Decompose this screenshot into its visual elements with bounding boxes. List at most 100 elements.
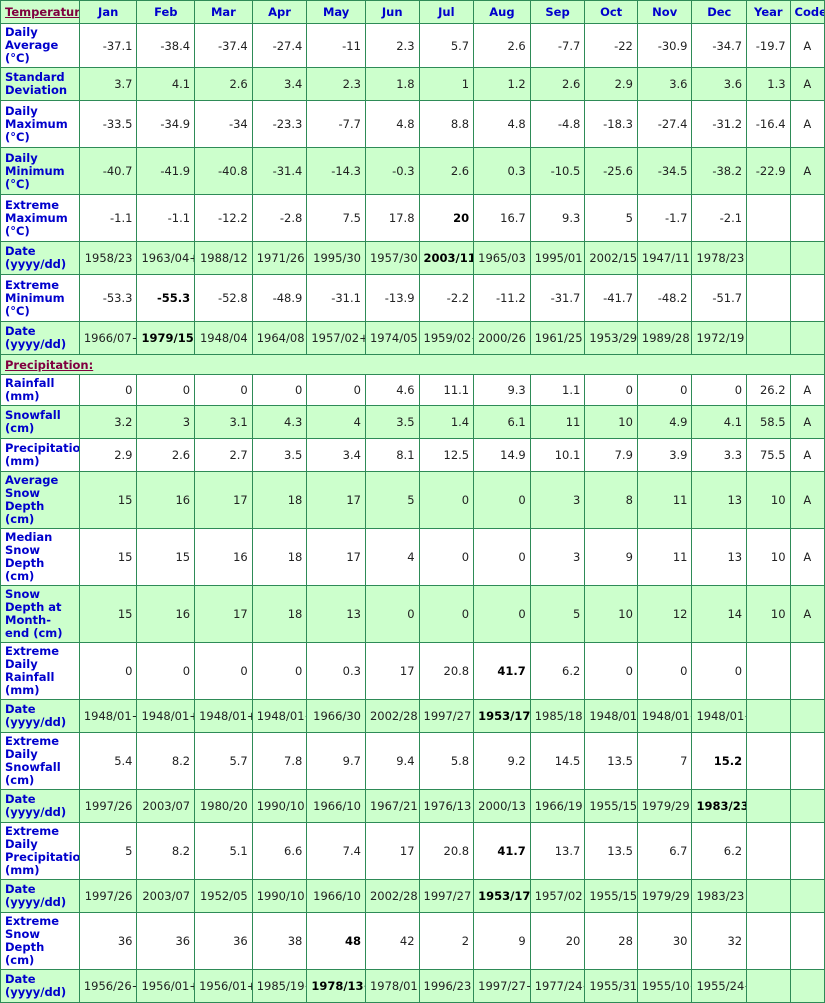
data-cell: 1966/10 xyxy=(306,789,366,823)
data-cell: 2.3 xyxy=(364,23,420,68)
data-cell: -2.2 xyxy=(418,274,475,322)
data-cell: 1948/01+ xyxy=(78,699,138,733)
data-cell: 0 xyxy=(473,528,531,586)
data-cell: 1948/01+ xyxy=(136,699,196,733)
row-label: Standard Deviation xyxy=(0,67,80,101)
data-cell: 5 xyxy=(78,822,138,880)
data-cell: -22.9 xyxy=(746,147,791,195)
data-cell: 13 xyxy=(691,528,748,586)
column-header-year: Year xyxy=(746,0,791,24)
data-cell: 4.8 xyxy=(473,100,531,148)
data-cell: 1989/28 xyxy=(636,321,693,355)
data-cell: 14.5 xyxy=(529,732,586,790)
data-cell: 10 xyxy=(584,405,638,439)
data-cell: 2003/07 xyxy=(136,879,196,913)
row-label: Extreme Maximum (°C) xyxy=(0,194,80,242)
data-code-cell xyxy=(789,912,825,970)
data-cell: 1.8 xyxy=(364,67,420,101)
data-cell xyxy=(746,321,791,355)
data-cell: 41.7 xyxy=(473,642,531,700)
row-label: Date (yyyy/dd) xyxy=(0,321,80,355)
data-cell: -41.7 xyxy=(584,274,638,322)
data-cell: 12.5 xyxy=(418,438,475,472)
data-cell: 1947/11 xyxy=(636,241,693,275)
data-cell: 6.1 xyxy=(473,405,531,439)
data-cell: 75.5 xyxy=(746,438,791,472)
data-cell: 17 xyxy=(364,642,420,700)
data-cell: -51.7 xyxy=(691,274,748,322)
table-row: Extreme Minimum (°C) -53.3 -55.3 -52.8 -48.9… xyxy=(0,274,825,322)
row-label: Extreme Daily Precipitation (mm) xyxy=(0,822,80,880)
table-row: Daily Maximum (°C) -33.5 -34.9 -34 -23.3 -7.7… xyxy=(0,100,825,148)
data-cell: 15 xyxy=(136,528,196,586)
data-cell: -38.4 xyxy=(136,23,196,68)
data-cell: 10 xyxy=(746,528,791,586)
table-row: Date (yyyy/dd) 1948/01+ 1948/01+ 1948/01+ 19… xyxy=(0,699,825,733)
data-cell: 17 xyxy=(194,585,253,643)
data-cell: 1957/02 xyxy=(529,879,586,913)
data-cell: -55.3 xyxy=(136,274,196,322)
data-cell: 6.7 xyxy=(636,822,693,880)
data-cell: -10.5 xyxy=(529,147,586,195)
data-cell: 32 xyxy=(691,912,748,970)
data-cell: -1.1 xyxy=(78,194,138,242)
data-cell: 9.4 xyxy=(364,732,420,790)
data-cell: 3.5 xyxy=(251,438,308,472)
data-cell: 1955/31 xyxy=(584,969,638,1003)
data-cell: -25.6 xyxy=(584,147,638,195)
table-row: Date (yyyy/dd)1966/07+1979/15+1948/04196… xyxy=(0,321,825,355)
data-cell: 2000/26 xyxy=(473,321,531,355)
data-cell: 9.3 xyxy=(529,194,586,242)
data-cell: 20 xyxy=(529,912,586,970)
data-cell: 1957/02+ xyxy=(306,321,366,355)
data-cell: 2.6 xyxy=(418,147,475,195)
data-code-cell xyxy=(789,321,825,355)
data-cell: 8.2 xyxy=(136,822,196,880)
data-cell: 1948/01+ xyxy=(251,699,308,733)
data-cell: 1948/01+ xyxy=(636,699,693,733)
data-cell: 1955/10+ xyxy=(636,969,693,1003)
table-row: Date (yyyy/dd) 1958/23 1963/04+ 1988/12 1971… xyxy=(0,241,825,275)
data-code-cell xyxy=(789,699,825,733)
data-cell: -4.8 xyxy=(529,100,586,148)
data-cell: 1955/15 xyxy=(584,789,638,823)
data-cell: 0 xyxy=(418,585,475,643)
data-cell: -52.8 xyxy=(194,274,253,322)
data-cell: 10 xyxy=(584,585,638,643)
data-cell: 1959/02+ xyxy=(418,321,475,355)
data-cell: 11 xyxy=(529,405,586,439)
row-label: Date (yyyy/dd) xyxy=(0,879,80,913)
data-cell: 4.1 xyxy=(136,67,196,101)
row-label: Daily Average (°C) xyxy=(0,23,80,68)
column-header-may: May xyxy=(306,0,366,24)
data-cell: 58.5 xyxy=(746,405,791,439)
data-cell: 6.2 xyxy=(691,822,748,880)
data-cell: 3.4 xyxy=(251,67,308,101)
data-code-cell: A xyxy=(789,471,825,529)
data-cell xyxy=(746,699,791,733)
data-cell: 2.6 xyxy=(473,23,531,68)
data-cell: 1990/10 xyxy=(251,879,308,913)
data-cell: 2 xyxy=(418,912,475,970)
data-cell: -38.2 xyxy=(691,147,748,195)
data-cell: 1956/01+ xyxy=(136,969,196,1003)
row-label: Average Snow Depth (cm) xyxy=(0,471,80,529)
data-cell: -2.8 xyxy=(251,194,308,242)
data-cell: 0 xyxy=(251,374,308,406)
data-cell: 2.6 xyxy=(529,67,586,101)
data-code-cell: A xyxy=(789,100,825,148)
data-cell: -48.9 xyxy=(251,274,308,322)
data-cell: -31.1 xyxy=(306,274,366,322)
section-header-precipitation: Precipitation: xyxy=(0,354,825,375)
data-cell: -0.3 xyxy=(364,147,420,195)
table-row: Median Snow Depth (cm) 15 15 16 18 17 4 0 0 3 9 11 1… xyxy=(0,528,825,586)
data-cell: 9.2 xyxy=(473,732,531,790)
row-label: Daily Minimum (°C) xyxy=(0,147,80,195)
data-cell: 42 xyxy=(364,912,420,970)
data-code-cell xyxy=(789,274,825,322)
data-cell: -31.4 xyxy=(251,147,308,195)
data-cell: 9.3 xyxy=(473,374,531,406)
data-cell: 3.9 xyxy=(636,438,693,472)
data-code-cell xyxy=(789,732,825,790)
data-code-cell xyxy=(789,969,825,1003)
